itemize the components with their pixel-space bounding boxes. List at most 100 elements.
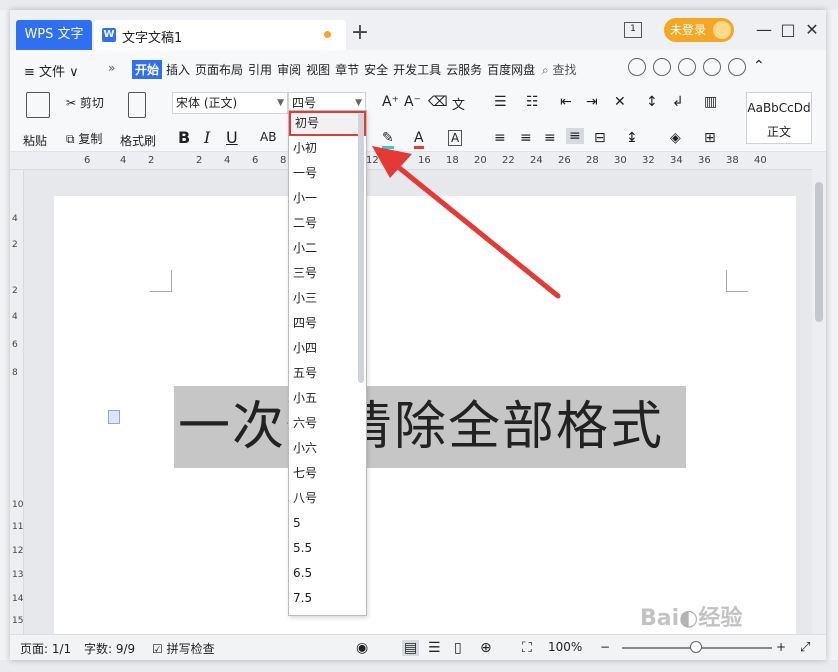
justify-icon[interactable]: ≡ — [566, 128, 584, 144]
align-center-icon[interactable]: ≡ — [520, 130, 532, 146]
chinese-layout-icon[interactable]: ✕ — [614, 94, 626, 110]
tab-review[interactable]: 审阅 — [276, 60, 302, 79]
font-size-option[interactable]: 三号 — [289, 261, 366, 286]
paragraph-layout-icon[interactable] — [108, 410, 120, 424]
font-size-option[interactable]: 六号 — [289, 411, 366, 436]
increase-indent-icon[interactable]: ⇥ — [586, 94, 598, 110]
settings-gear-icon[interactable] — [728, 58, 746, 76]
font-size-option[interactable]: 5.5 — [289, 536, 366, 561]
font-size-option[interactable]: 7.5 — [289, 586, 366, 611]
eye-protection-icon[interactable]: ◉ — [356, 640, 368, 656]
fit-page-icon[interactable]: ⛶ — [522, 640, 532, 656]
distributed-align-icon[interactable]: ⊟ — [594, 130, 606, 146]
reading-view-icon[interactable]: ▯ — [454, 640, 462, 656]
italic-button[interactable]: I — [204, 128, 210, 147]
bold-button[interactable]: B — [178, 128, 190, 147]
tab-security[interactable]: 安全 — [363, 60, 389, 79]
dropdown-scrollbar[interactable] — [358, 113, 364, 383]
font-size-option[interactable]: 小六 — [289, 436, 366, 461]
phonetic-guide-icon[interactable]: 文 — [452, 94, 465, 113]
minimize-button[interactable]: — — [754, 20, 774, 40]
format-painter-label[interactable]: 格式刷 — [120, 132, 156, 149]
tab-page-layout[interactable]: 页面布局 — [194, 60, 244, 79]
font-size-option[interactable]: 一号 — [289, 161, 366, 186]
zoom-level[interactable]: 100% — [548, 640, 582, 654]
file-menu[interactable]: ≡ 文件 ∨ — [24, 61, 79, 80]
copy-button[interactable]: ⧉ 复制 — [66, 130, 102, 147]
spellcheck-button[interactable]: ☑ 拼写检查 — [152, 640, 215, 657]
font-size-option[interactable]: 初号 — [289, 111, 366, 136]
font-size-option[interactable]: 小五 — [289, 386, 366, 411]
close-button[interactable]: ✕ — [802, 20, 822, 40]
font-size-option[interactable]: 小二 — [289, 236, 366, 261]
scrollbar-thumb[interactable] — [815, 182, 823, 322]
login-button[interactable]: 未登录 — [664, 18, 734, 42]
highlight-color-icon[interactable]: ✎ — [382, 130, 394, 149]
strikethrough-icon[interactable]: AB — [260, 130, 276, 144]
font-size-option[interactable]: 二号 — [289, 211, 366, 236]
grow-font-icon[interactable]: A⁺ — [382, 94, 399, 110]
tab-cloud-service[interactable]: 云服务 — [445, 60, 483, 79]
more-menu-chevron-icon[interactable]: » — [108, 61, 115, 75]
document-page[interactable]: 一次性清除全部格式 — [54, 196, 796, 634]
collaborate-icon[interactable] — [653, 58, 671, 76]
paste-icon[interactable] — [26, 92, 50, 118]
app-tab-wps[interactable]: WPS 文字 — [16, 20, 92, 50]
tab-view[interactable]: 视图 — [305, 60, 331, 79]
collapse-ribbon-icon[interactable]: ⌃ — [753, 58, 771, 76]
font-size-option[interactable]: 七号 — [289, 461, 366, 486]
tab-references[interactable]: 引用 — [247, 60, 273, 79]
show-marks-icon[interactable]: ↲ — [672, 94, 684, 110]
tab-insert[interactable]: 插入 — [165, 60, 191, 79]
share-icon[interactable] — [703, 58, 721, 76]
underline-button[interactable]: U — [226, 128, 238, 147]
bullet-list-icon[interactable]: ☰ — [494, 94, 507, 110]
font-size-option[interactable]: 5 — [289, 511, 366, 536]
shading-icon[interactable]: ◈ — [670, 130, 681, 146]
search-button[interactable]: ⌕ 查找 — [542, 61, 577, 78]
vertical-ruler[interactable]: 4 2 2 4 6 8 10 11 12 13 14 15 — [10, 170, 24, 634]
font-size-option[interactable]: 四号 — [289, 311, 366, 336]
align-right-icon[interactable]: ≡ — [544, 130, 556, 146]
font-size-option[interactable]: 小三 — [289, 286, 366, 311]
zoom-out-button[interactable]: − — [600, 640, 610, 654]
new-tab-button[interactable]: + — [350, 22, 370, 46]
borders-icon[interactable]: ⊞ — [704, 130, 716, 146]
style-normal-button[interactable]: AaBbCcDd 正文 — [746, 92, 812, 144]
decrease-indent-icon[interactable]: ⇤ — [560, 94, 572, 110]
cloud-sync-icon[interactable] — [628, 58, 646, 76]
maximize-button[interactable]: □ — [778, 20, 798, 40]
font-size-option[interactable]: 6.5 — [289, 561, 366, 586]
table-grid-icon[interactable]: ▥ — [704, 94, 717, 110]
document-canvas[interactable]: 一次性清除全部格式 — [24, 170, 812, 634]
clear-format-eraser-icon[interactable]: ⌫ — [428, 94, 448, 110]
font-size-option[interactable]: 小初 — [289, 136, 366, 161]
tab-home[interactable]: 开始 — [132, 60, 163, 79]
char-border-icon[interactable]: A — [448, 130, 463, 146]
zoom-in-button[interactable]: + — [776, 640, 786, 654]
horizontal-ruler[interactable]: 6 4 2 2 4 6 8 12 14 16 18 20 22 24 26 28… — [10, 152, 826, 170]
fullscreen-icon[interactable]: ⤢ — [800, 640, 810, 655]
font-size-option[interactable]: 小一 — [289, 186, 366, 211]
vertical-scrollbar[interactable] — [812, 152, 826, 634]
page-view-icon[interactable]: ▤ — [402, 640, 420, 656]
outline-view-icon[interactable]: ☰ — [428, 640, 441, 656]
sort-icon[interactable]: ↕ — [646, 94, 658, 110]
tab-developer[interactable]: 开发工具 — [392, 60, 442, 79]
paste-button-label[interactable]: 粘贴 — [23, 132, 47, 149]
numbered-list-icon[interactable]: ☷ — [526, 94, 539, 110]
font-name-select[interactable]: 宋体 (正文) ▼ — [172, 92, 288, 114]
font-size-option[interactable]: 小四 — [289, 336, 366, 361]
tab-section[interactable]: 章节 — [334, 60, 360, 79]
page-indicator-icon[interactable]: 1 — [624, 22, 642, 38]
align-left-icon[interactable]: ≡ — [494, 130, 506, 146]
zoom-slider-knob[interactable] — [690, 641, 702, 653]
selected-text[interactable]: 一次性清除全部格式 — [174, 386, 686, 468]
comment-icon[interactable] — [678, 58, 696, 76]
cut-button[interactable]: ✂ 剪切 — [66, 94, 104, 111]
page-count[interactable]: 页面: 1/1 — [20, 640, 71, 657]
font-size-option[interactable]: 五号 — [289, 361, 366, 386]
document-tab[interactable]: W 文字文稿1 — [94, 20, 346, 50]
font-color-icon[interactable]: A — [414, 130, 424, 149]
word-count[interactable]: 字数: 9/9 — [84, 640, 135, 657]
